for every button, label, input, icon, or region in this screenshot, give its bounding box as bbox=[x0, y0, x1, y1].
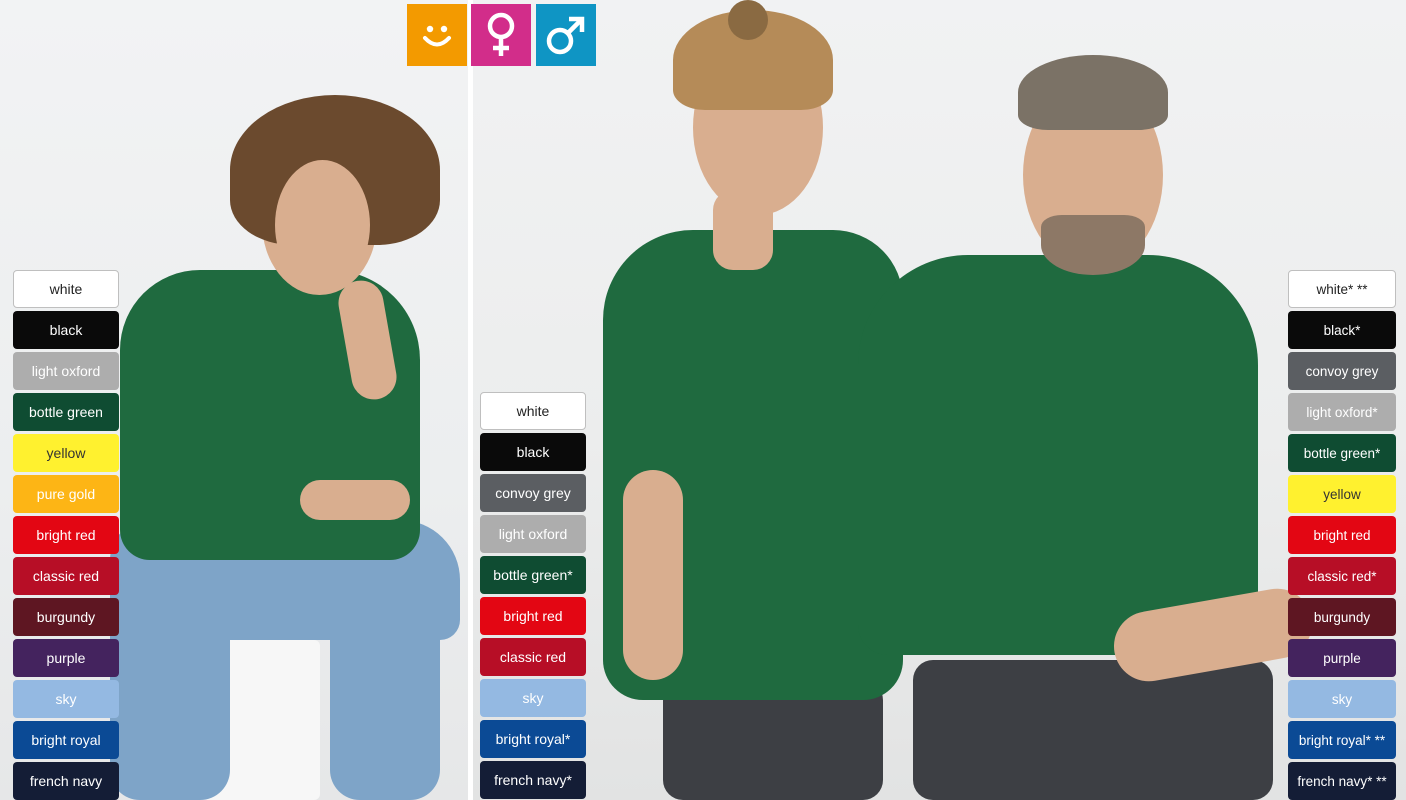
kids-swatch-white[interactable]: white bbox=[13, 270, 119, 308]
men-swatch-classic-red[interactable]: classic red* bbox=[1288, 557, 1396, 595]
women-swatch-light-oxford[interactable]: light oxford bbox=[480, 515, 586, 553]
female-symbol-icon bbox=[471, 4, 531, 66]
kids-swatch-bright-red[interactable]: bright red bbox=[13, 516, 119, 554]
kids-swatch-bright-royal[interactable]: bright royal bbox=[13, 721, 119, 759]
kids-swatch-black[interactable]: black bbox=[13, 311, 119, 349]
kid-forearm bbox=[300, 480, 410, 520]
women-swatch-black[interactable]: black bbox=[480, 433, 586, 471]
man-jeans bbox=[913, 660, 1273, 800]
kids-color-swatches: white black light oxford bottle green yellow… bbox=[13, 270, 119, 800]
kids-swatch-bottle-green[interactable]: bottle green bbox=[13, 393, 119, 431]
kid-jeans-leg-left bbox=[110, 560, 230, 800]
women-swatch-bright-red[interactable]: bright red bbox=[480, 597, 586, 635]
women-color-swatches: white black convoy grey light oxford bottle … bbox=[480, 392, 586, 799]
men-swatch-yellow[interactable]: yellow bbox=[1288, 475, 1396, 513]
women-swatch-bright-royal[interactable]: bright royal* bbox=[480, 720, 586, 758]
man-beard bbox=[1041, 215, 1145, 275]
men-swatch-white[interactable]: white* ** bbox=[1288, 270, 1396, 308]
kids-smiley-icon bbox=[407, 4, 467, 66]
catalog-page: white black light oxford bottle green yellow… bbox=[0, 0, 1406, 800]
women-swatch-sky[interactable]: sky bbox=[480, 679, 586, 717]
male-symbol-icon bbox=[536, 4, 596, 66]
kids-swatch-yellow[interactable]: yellow bbox=[13, 434, 119, 472]
men-swatch-bright-royal[interactable]: bright royal* ** bbox=[1288, 721, 1396, 759]
kids-swatch-burgundy[interactable]: burgundy bbox=[13, 598, 119, 636]
kids-swatch-french-navy[interactable]: french navy bbox=[13, 762, 119, 800]
men-swatch-purple[interactable]: purple bbox=[1288, 639, 1396, 677]
men-swatch-burgundy[interactable]: burgundy bbox=[1288, 598, 1396, 636]
women-swatch-bottle-green[interactable]: bottle green* bbox=[480, 556, 586, 594]
men-swatch-black[interactable]: black* bbox=[1288, 311, 1396, 349]
men-swatch-french-navy[interactable]: french navy* ** bbox=[1288, 762, 1396, 800]
men-swatch-sky[interactable]: sky bbox=[1288, 680, 1396, 718]
men-color-swatches: white* ** black* convoy grey light oxford* b… bbox=[1288, 270, 1396, 800]
men-swatch-convoy-grey[interactable]: convoy grey bbox=[1288, 352, 1396, 390]
man-hair bbox=[1018, 55, 1168, 130]
man-polo-shirt bbox=[858, 255, 1258, 655]
woman-arm bbox=[623, 470, 683, 680]
men-swatch-bottle-green[interactable]: bottle green* bbox=[1288, 434, 1396, 472]
kid-face-front bbox=[275, 160, 370, 290]
adults-model-photo bbox=[473, 0, 1406, 800]
women-swatch-convoy-grey[interactable]: convoy grey bbox=[480, 474, 586, 512]
women-swatch-classic-red[interactable]: classic red bbox=[480, 638, 586, 676]
women-swatch-white[interactable]: white bbox=[480, 392, 586, 430]
men-swatch-bright-red[interactable]: bright red bbox=[1288, 516, 1396, 554]
kids-swatch-classic-red[interactable]: classic red bbox=[13, 557, 119, 595]
kids-swatch-light-oxford[interactable]: light oxford bbox=[13, 352, 119, 390]
kids-swatch-purple[interactable]: purple bbox=[13, 639, 119, 677]
kids-swatch-sky[interactable]: sky bbox=[13, 680, 119, 718]
kids-swatch-pure-gold[interactable]: pure gold bbox=[13, 475, 119, 513]
women-swatch-french-navy[interactable]: french navy* bbox=[480, 761, 586, 799]
kid-jeans-leg bbox=[330, 560, 440, 800]
men-swatch-light-oxford[interactable]: light oxford* bbox=[1288, 393, 1396, 431]
woman-hair-bun bbox=[728, 0, 768, 40]
